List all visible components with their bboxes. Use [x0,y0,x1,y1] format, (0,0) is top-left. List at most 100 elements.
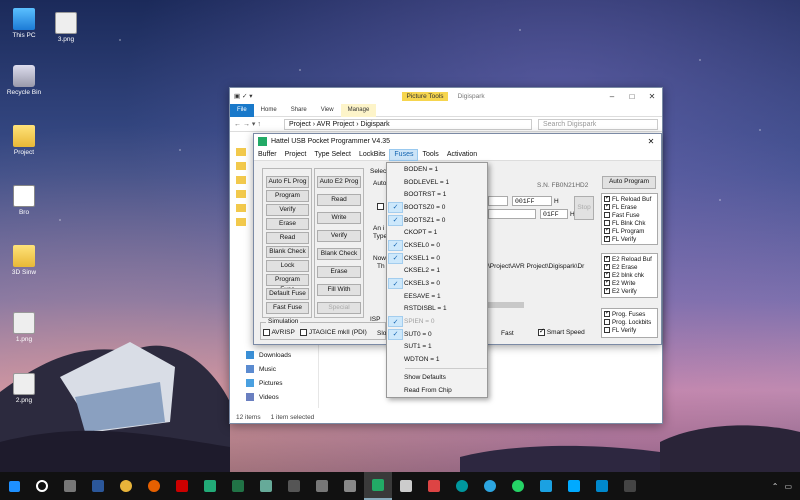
e2-blnk-chk-checkbox[interactable] [604,272,610,279]
fl-verify-checkbox[interactable] [604,236,610,243]
ribbon-tab-file[interactable]: File [230,103,254,117]
smart-speed-option[interactable]: Smart Speed [538,327,585,336]
e2-reload-buf-checkbox[interactable] [604,256,610,263]
prog-fuses-checkbox[interactable] [604,311,610,318]
taskbar-app-8[interactable] [420,472,448,500]
avrisp-checkbox[interactable] [263,329,270,336]
fast-fuse-checkbox[interactable] [604,212,610,219]
menu-item-fuse[interactable]: SUT1 = 1 [387,341,487,354]
menu-project[interactable]: Project [281,149,311,161]
menu-buffer[interactable]: Buffer [254,149,281,161]
e2-verify-button[interactable]: Verify [317,230,361,242]
fl-verify-2-checkbox[interactable] [604,327,610,334]
breadcrumb-avr-project[interactable]: AVR Project [317,121,355,128]
menu-item-fuse[interactable]: ✓ CKSEL1 = 0 [387,252,487,265]
opt-fl-reload-buf[interactable]: FL Reload Buf [604,196,655,204]
sim-jtag-option[interactable]: JTAGICE mkII (PDI) [300,329,367,336]
taskbar-app-3[interactable] [252,472,280,500]
maximize-icon[interactable]: □ [622,92,642,101]
taskbar-app-6[interactable] [336,472,364,500]
program-fuse-button[interactable]: Program Fuse [266,274,309,293]
e2-erase-button[interactable]: Erase [317,266,361,278]
opt-e2-write[interactable]: E2 Write [604,280,655,288]
e2-read-button[interactable]: Read [317,194,361,206]
menu-tools[interactable]: Tools [418,149,442,161]
erase-button[interactable]: Erase [266,218,309,230]
ribbon-tab-view[interactable]: View [314,107,341,113]
fill-with-button[interactable]: Fill With [317,284,361,296]
fl-blnk-chk-checkbox[interactable] [604,220,610,227]
minimize-icon[interactable]: – [602,92,622,101]
taskbar-excel[interactable] [224,472,252,500]
picture-tools-tab[interactable]: Picture Tools [402,91,448,101]
taskbar-app-4[interactable] [280,472,308,500]
menu-item-fuse[interactable]: CKOPT = 1 [387,226,487,239]
nav-item-music[interactable]: Music [246,362,316,376]
menu-item-fuse[interactable]: ✓ BOOTSZ1 = 0 [387,214,487,227]
fl-reload-buf-checkbox[interactable] [604,196,610,203]
opt-fl-erase[interactable]: FL Erase [604,204,655,212]
fast-fuse-button[interactable]: Fast Fuse [266,302,309,314]
fuse-field-2[interactable]: 01FF [540,209,568,219]
menu-activation[interactable]: Activation [443,149,481,161]
opt-e2-reload-buf[interactable]: E2 Reload Buf [604,256,655,264]
opt-e2-verify[interactable]: E2 Verify [604,288,655,296]
taskbar-arduino[interactable] [448,472,476,500]
auto-e2-prog-button[interactable]: Auto E2 Prog [317,176,361,188]
keyboard-icon[interactable]: ▭ [784,482,792,491]
menu-lockbits[interactable]: LockBits [355,149,389,161]
close-icon[interactable]: ✕ [642,92,662,101]
opt-fl-verify[interactable]: FL Verify [604,236,655,244]
menu-item-fuse[interactable]: ✓ BOOTSZ0 = 0 [387,201,487,214]
taskbar-app-11[interactable] [588,472,616,500]
address-path[interactable]: Project › AVR Project › Digispark [284,118,532,130]
e2-erase-checkbox[interactable] [604,264,610,271]
opt-fl-program[interactable]: FL Program [604,228,655,236]
opt-fl-blnk-chk[interactable]: FL Blnk Chk [604,220,655,228]
cortana-button[interactable] [28,472,56,500]
fuse-field-low[interactable] [488,196,508,206]
task-view-button[interactable] [56,472,84,500]
opt-e2-erase[interactable]: E2 Erase [604,264,655,272]
desktop-icon-3-png[interactable]: 3.png [42,12,90,43]
taskbar-whatsapp[interactable] [504,472,532,500]
taskbar-app-9[interactable] [532,472,560,500]
e2-write-button[interactable]: Write [317,212,361,224]
desktop-icon-1-png[interactable]: 1.png [0,312,48,343]
opt-fast-fuse[interactable]: Fast Fuse [604,212,655,220]
desktop-icon-this-pc[interactable]: This PC [0,8,48,39]
search-input[interactable]: Search Digispark [538,118,658,130]
taskbar-chrome[interactable] [112,472,140,500]
special-button[interactable]: Special [317,302,361,314]
menu-type-select[interactable]: Type Select [310,149,355,161]
jtag-checkbox[interactable] [300,329,307,336]
opt-prog-fuses[interactable]: Prog. Fuses [604,311,655,319]
program-button[interactable]: Program [266,190,309,202]
start-button[interactable] [0,472,28,500]
menu-item-fuse[interactable]: CKSEL2 = 1 [387,265,487,278]
nav-arrows-icon[interactable]: ← → ▾ ↑ [234,120,284,128]
menu-item-fuse[interactable]: ✓ SUT0 = 0 [387,328,487,341]
smart-speed-checkbox[interactable] [538,327,545,336]
menu-item-fuse[interactable]: WDTON = 1 [387,353,487,366]
auto-program-button[interactable]: Auto Program [602,176,656,189]
opt-prog-lockbits[interactable]: Prog. Lockbits [604,319,655,327]
sim-avrisp-option[interactable]: AVRISP [263,329,295,336]
ribbon-tab-manage[interactable]: Manage [340,103,377,117]
desktop-icon-2-png[interactable]: 2.png [0,373,48,404]
stop-button[interactable]: Stop [574,196,594,220]
read-button[interactable]: Read [266,232,309,244]
menu-item-fuse[interactable]: BODEN = 1 [387,163,487,176]
fuse-field-1[interactable]: 001FF [512,196,552,206]
desktop-icon-bro[interactable]: Bro [0,185,48,216]
close-icon[interactable]: ✕ [641,137,661,146]
desktop-icon-project[interactable]: Project [0,125,48,156]
default-fuse-button[interactable]: Default Fuse [266,288,309,300]
e2-verify-checkbox[interactable] [604,288,610,295]
desktop-icon-recycle-bin[interactable]: Recycle Bin [0,65,48,96]
menu-item-read-from-chip[interactable]: Read From Chip [387,384,487,397]
breadcrumb-digispark[interactable]: Digispark [360,121,389,128]
menu-item-show-defaults[interactable]: Show Defaults [387,371,487,384]
lock-button[interactable]: Lock [266,260,309,272]
menu-item-fuse[interactable]: ✓ CKSEL0 = 0 [387,239,487,252]
